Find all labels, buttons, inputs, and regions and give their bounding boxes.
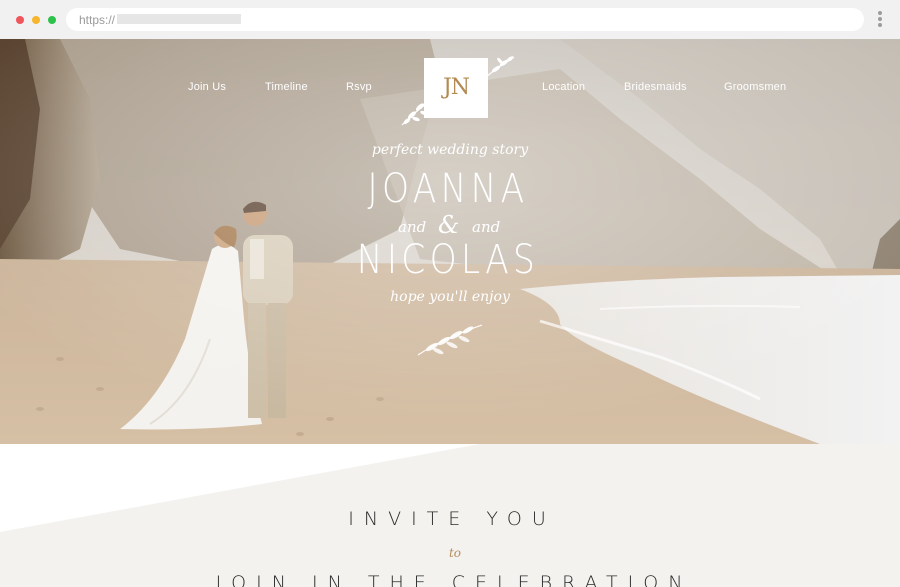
invite-to-text: to (448, 546, 462, 560)
nav-link-rsvp[interactable]: Rsvp (346, 81, 372, 93)
nav-link-location[interactable]: Location (542, 81, 585, 93)
address-bar[interactable]: https:// (66, 8, 864, 31)
nav-link-bridesmaids[interactable]: Bridesmaids (624, 81, 687, 93)
logo-monogram: JN (442, 75, 470, 100)
hero-banner: Join Us Timeline Rsvp JN Location Brides… (0, 39, 900, 444)
hero-tagline-bottom: hope you'll enjoy (390, 289, 510, 305)
olive-sprig-icon (417, 324, 483, 356)
hero-name-second: NICOLAS (356, 237, 540, 283)
nav-link-join-us[interactable]: Join Us (188, 81, 226, 93)
logo-box: JN (424, 58, 488, 118)
site-logo[interactable]: JN (398, 53, 516, 133)
minimize-window-dot[interactable] (32, 16, 40, 24)
url-prefix: https:// (79, 13, 116, 27)
logo-leaf-right-icon (485, 56, 515, 78)
browser-toolbar: https:// (0, 0, 900, 39)
ampersand-text: & (438, 211, 460, 239)
nav-link-timeline[interactable]: Timeline (265, 81, 308, 93)
invite-heading: INVITE YOU (348, 508, 556, 530)
hero-name-first: JOANNA (367, 166, 529, 212)
kebab-menu-icon[interactable] (876, 11, 884, 29)
and-left-text: and (398, 218, 427, 236)
hero-tagline-top: perfect wedding story (371, 142, 529, 158)
close-window-dot[interactable] (16, 16, 24, 24)
join-heading: JOIN IN THE CELEBRATION (215, 572, 693, 587)
url-redacted (117, 14, 241, 24)
invitation-section: INVITE YOU to JOIN IN THE CELEBRATION (0, 444, 900, 587)
nav-link-groomsmen[interactable]: Groomsmen (724, 81, 786, 93)
maximize-window-dot[interactable] (48, 16, 56, 24)
and-right-text: and (472, 218, 501, 236)
main-navigation: Join Us Timeline Rsvp JN Location Brides… (0, 39, 900, 139)
